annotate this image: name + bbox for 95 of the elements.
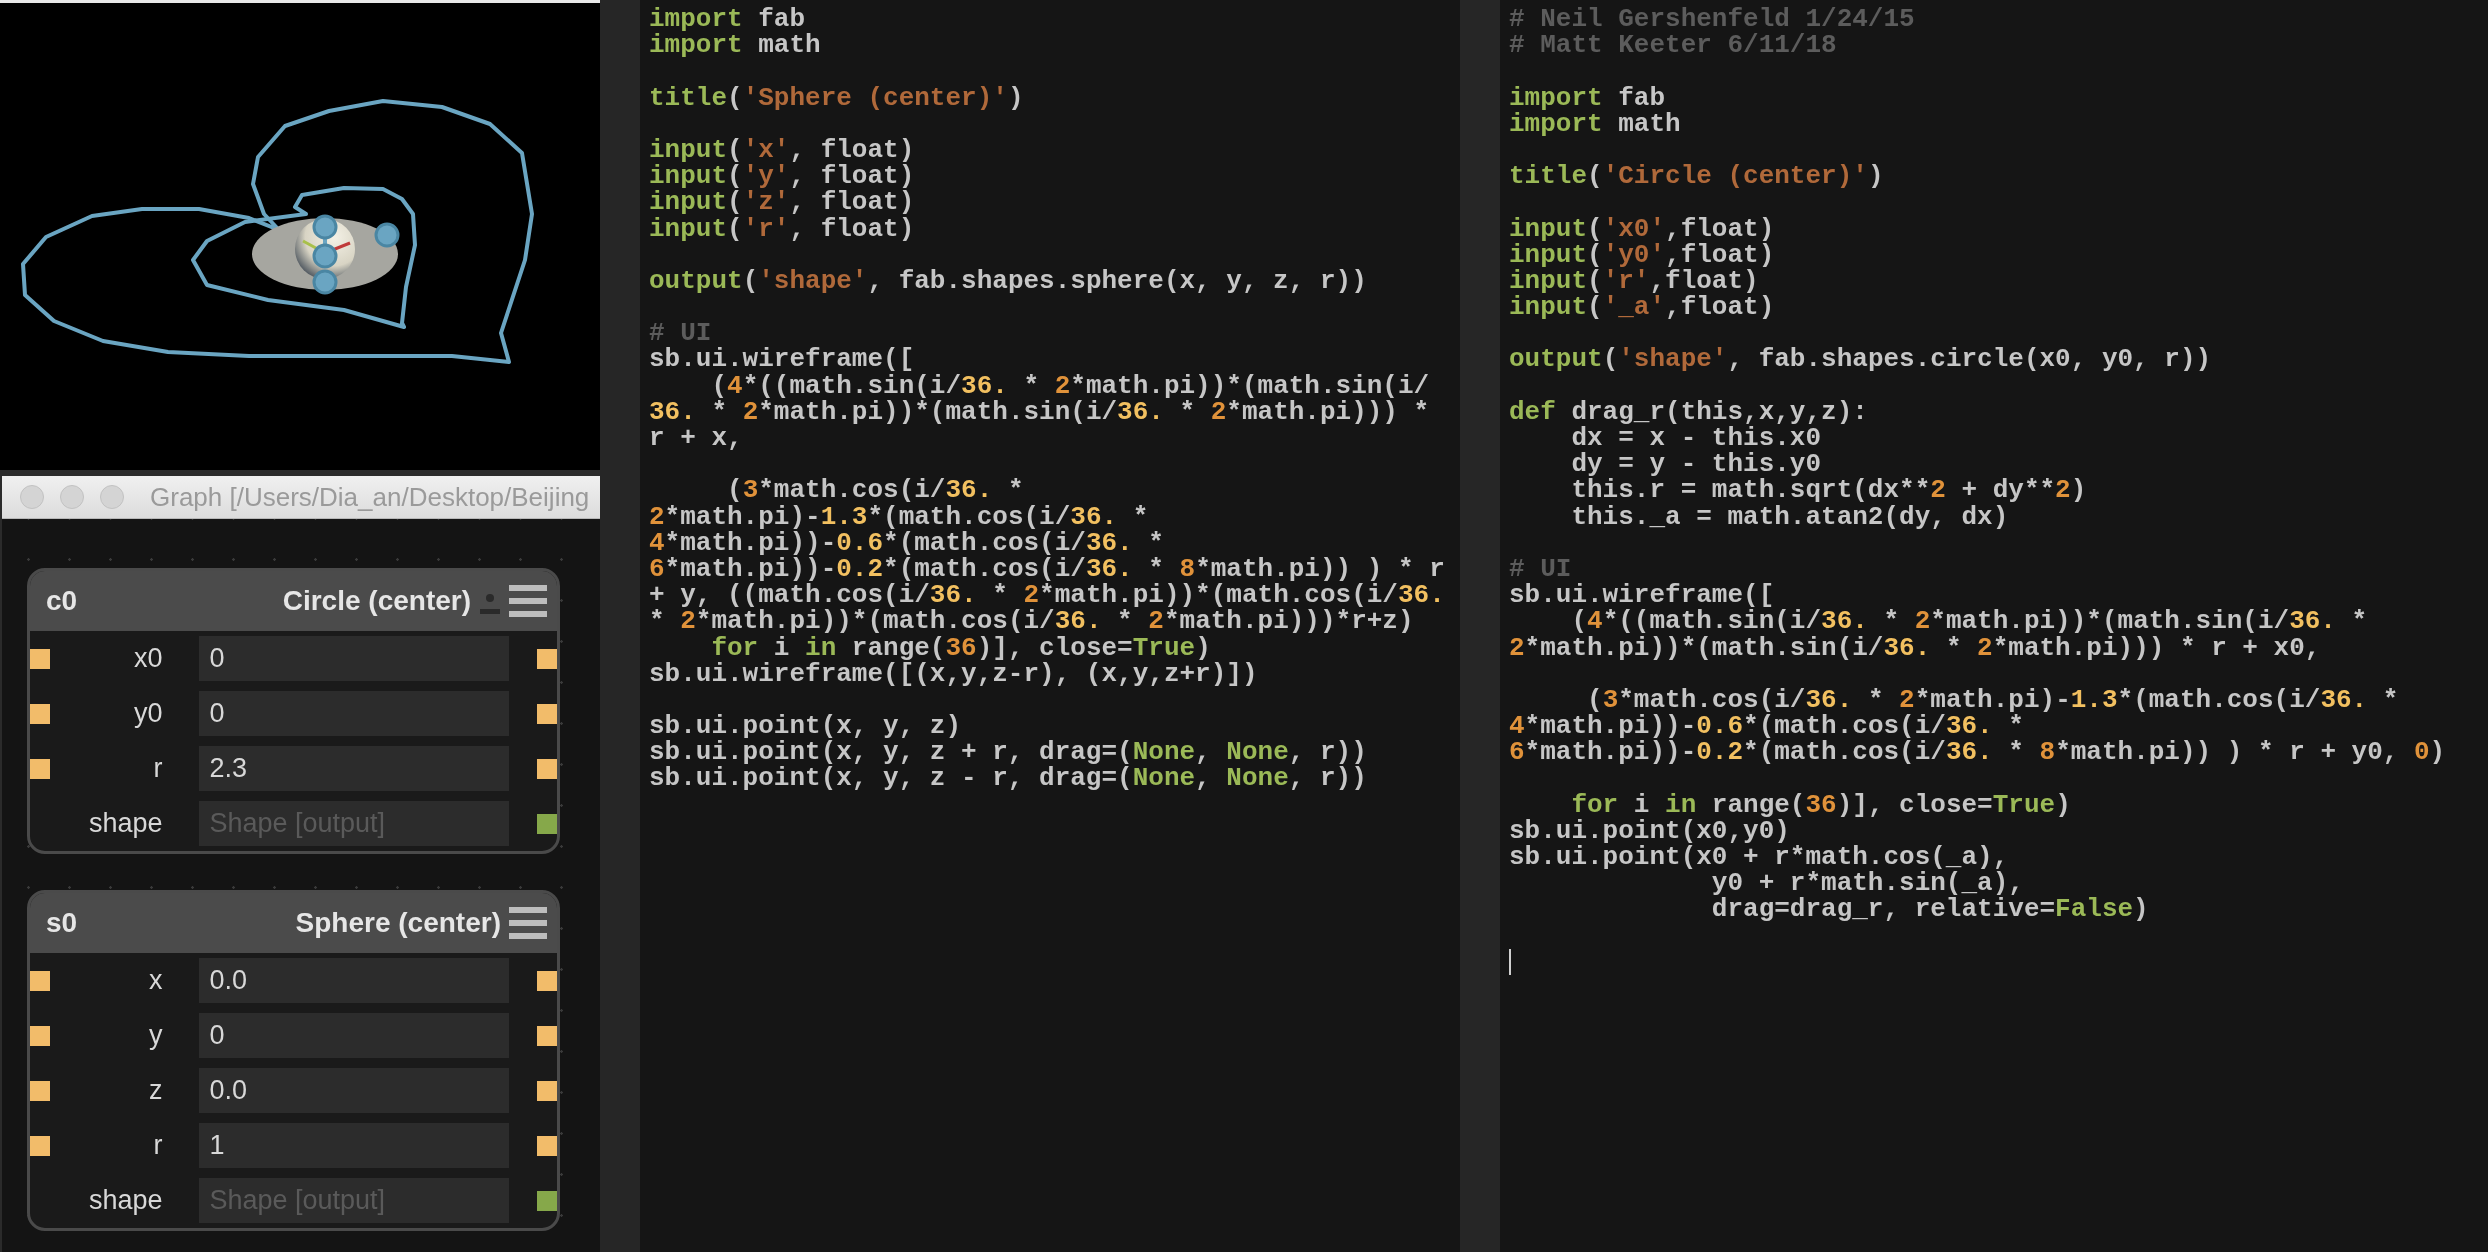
input-field[interactable]: 1 (199, 1123, 509, 1168)
node-header[interactable]: c0 Circle (center) (30, 571, 557, 631)
input-port[interactable] (30, 648, 50, 669)
code-line: + y, ((math.cos(i/36. * 2*math.pi))*(math.cos(i/36. (649, 582, 1446, 609)
code-line: sb.ui.point(x0 + r*math.cos(_a), (1509, 844, 2009, 871)
sphere-drawing[interactable] (252, 214, 400, 295)
input-field[interactable]: 2.3 (199, 746, 509, 791)
code-line: this._a = math.atan2(dy, dx) (1570, 503, 2009, 530)
code-line: 2*math.pi))*(math.sin(i/36. * 2*math.pi))) * r + x0, (1509, 634, 2322, 661)
code-line: drag=drag_r, relative=False) (1710, 896, 2150, 923)
code-line: def drag_r(this,x,y,z): (1509, 398, 1869, 425)
input-port[interactable] (537, 703, 557, 724)
input-port[interactable] (537, 1135, 557, 1156)
code-line: (4*((math.sin(i/36. * 2*math.pi))*(math.sin(i/ (711, 372, 1431, 399)
window-title: Graph [/Users/Dia_an/Desktop/Beijing (150, 481, 590, 513)
node-name: c0 (46, 585, 79, 617)
input-port[interactable] (537, 648, 557, 669)
input-port[interactable] (30, 1025, 50, 1046)
code-editor[interactable] (1500, 0, 2488, 1252)
input-port[interactable] (30, 1080, 50, 1101)
port-label: y0 (132, 698, 164, 729)
output-port[interactable] (537, 1190, 557, 1211)
code-line: # Neil Gershenfeld 1/24/15 (1509, 6, 1916, 33)
input-port[interactable] (537, 1025, 557, 1046)
code-line: output('shape', fab.shapes.circle(x0, y0, r)) (1509, 346, 2213, 373)
input-port[interactable] (30, 1135, 50, 1156)
node-name: s0 (46, 907, 79, 939)
code-line: # UI (1509, 555, 1572, 583)
code-line: input('x', float) (649, 136, 916, 164)
code-line: dy = y - this.y0 (1570, 451, 1822, 478)
input-port[interactable] (30, 758, 50, 779)
code-line: * 2*math.pi))*(math.cos(i/36. * 2*math.pi)))*r+z) (649, 608, 1415, 635)
menu-icon[interactable] (509, 906, 547, 940)
node-header[interactable]: s0 Sphere (center) (30, 893, 557, 953)
port-label: r (152, 753, 164, 784)
node-title: Sphere (center) (295, 907, 501, 939)
code-line: for i in range(36)], close=True) (1571, 791, 2072, 818)
output-port[interactable] (537, 813, 557, 834)
code-line: input('y0',float) (1509, 241, 1776, 268)
code-line: this.r = math.sqrt(dx**2 + dy**2) (1570, 477, 2088, 504)
code-line: input('r', float) (649, 215, 916, 242)
code-line: 4*math.pi))-0.6*(math.cos(i/36. * (649, 529, 1165, 556)
code-line: (3*math.cos(i/36. * (727, 477, 1024, 504)
input-port[interactable] (30, 703, 50, 724)
code-line: sb.ui.point(x, y, z + r, drag=(None, None, r)) (649, 739, 1368, 766)
code-line: 2*math.pi)-1.3*(math.cos(i/36. * (649, 503, 1150, 530)
input-port[interactable] (30, 970, 50, 991)
port-label: r (152, 1130, 164, 1161)
code-line: output('shape', fab.shapes.sphere(x, y, z, r)) (649, 267, 1368, 295)
code-line: sb.ui.wireframe([(x,y,z-r), (x,y,z+r)]) (649, 660, 1259, 687)
code-line: y0 + r*math.sin(_a), (1711, 870, 2024, 897)
code-line: sb.ui.point(x0,y0) (1509, 817, 1790, 844)
code-line: 4*math.pi))-0.6*(math.cos(i/36. * (1509, 713, 2024, 740)
input-port[interactable] (537, 970, 557, 991)
port-label: shape (87, 1185, 164, 1216)
code-line: input('r',float) (1509, 267, 1759, 295)
code-line: title('Sphere (center)') (649, 84, 1025, 111)
code-line: (4*((math.sin(i/36. * 2*math.pi))*(math.sin(i/36. * (1571, 608, 2369, 635)
code-line: sb.ui.point(x, y, z) (649, 713, 963, 740)
input-field[interactable]: 0 (199, 691, 509, 736)
input-field[interactable]: 0.0 (199, 958, 509, 1003)
code-line: # Matt Keeter 6/11/18 (1509, 32, 1838, 59)
code-line: sb.ui.point(x, y, z - r, drag=(None, None, r)) (649, 765, 1368, 792)
input-port[interactable] (537, 758, 557, 779)
code-line: input('y', float) (649, 163, 916, 190)
code-line: import math (1509, 110, 1682, 137)
port-label: x0 (132, 643, 164, 674)
code-line: sb.ui.wireframe([ (1509, 582, 1775, 609)
code-line: import fab (1509, 84, 1666, 111)
code-line: dx = x - this.x0 (1570, 425, 1822, 452)
code-line: sb.ui.wireframe([ (649, 346, 915, 373)
code-line: for i in range(36)], close=True) (711, 634, 1211, 661)
code-line: (3*math.cos(i/36. * 2*math.pi)-1.3*(math.cos(i/36. * (1587, 686, 2400, 714)
code-line: 36. * 2*math.pi))*(math.sin(i/36. * 2*math.pi))) * (649, 398, 1431, 425)
port-label: x (147, 965, 164, 996)
code-line: r + x, (649, 425, 744, 452)
code-line: input('_a',float) (1509, 294, 1776, 321)
input-field[interactable]: 0 (199, 636, 509, 681)
3d-viewport[interactable] (0, 0, 600, 470)
code-line: input('z', float) (649, 189, 916, 216)
code-line: input('x0',float) (1509, 215, 1776, 242)
code-line: title('Circle (center)') (1509, 163, 1885, 190)
code-line: import fab (649, 6, 806, 33)
port-label: z (147, 1075, 164, 1106)
code-line: 6*math.pi))-0.2*(math.cos(i/36. * 8*math.pi)) ) * r (649, 555, 1446, 583)
code-line: import math (649, 32, 822, 59)
input-port[interactable] (537, 1080, 557, 1101)
input-field[interactable]: 0.0 (199, 1068, 509, 1113)
input-field[interactable]: 0 (199, 1013, 509, 1058)
node-title: Circle (center) (282, 585, 471, 617)
menu-icon[interactable] (509, 584, 547, 618)
port-label: y (147, 1020, 164, 1051)
code-line: # UI (649, 320, 712, 347)
port-label: shape (87, 808, 164, 839)
code-line: 6*math.pi))-0.2*(math.cos(i/36. * 8*math.pi)) ) * r + y0, 0) (1509, 739, 2447, 766)
